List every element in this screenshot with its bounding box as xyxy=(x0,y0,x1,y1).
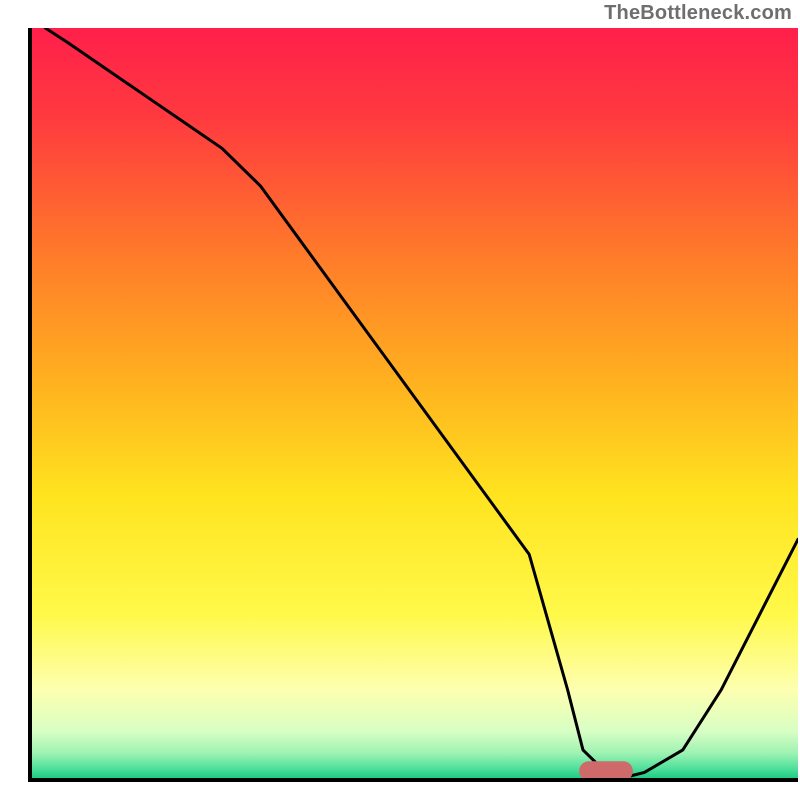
plot-background xyxy=(30,28,798,780)
chart-container: TheBottleneck.com xyxy=(0,0,800,800)
bottleneck-chart xyxy=(0,0,800,800)
optimal-marker xyxy=(579,761,633,781)
